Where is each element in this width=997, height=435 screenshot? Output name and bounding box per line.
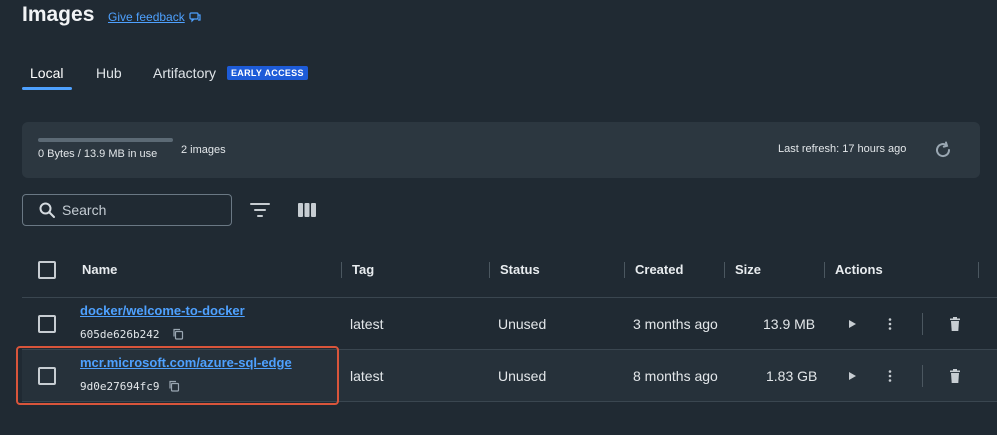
page-title: Images bbox=[22, 3, 95, 26]
search-input[interactable] bbox=[62, 199, 222, 221]
column-header-actions: Actions bbox=[835, 262, 883, 277]
image-tag: latest bbox=[350, 316, 384, 332]
image-count: 2 images bbox=[181, 144, 226, 156]
image-size: 13.9 MB bbox=[763, 316, 816, 332]
image-tag: latest bbox=[350, 368, 384, 384]
trash-icon[interactable] bbox=[947, 316, 963, 332]
column-header-created[interactable]: Created bbox=[635, 262, 683, 277]
column-header-tag[interactable]: Tag bbox=[352, 262, 374, 277]
give-feedback-label: Give feedback bbox=[108, 10, 185, 24]
image-name-link[interactable]: docker/welcome-to-docker bbox=[80, 303, 245, 318]
more-vertical-icon[interactable] bbox=[882, 368, 898, 384]
filter-icon[interactable] bbox=[249, 200, 271, 220]
image-status: Unused bbox=[498, 316, 547, 332]
row-checkbox[interactable] bbox=[38, 315, 56, 333]
chat-bubble-icon bbox=[189, 12, 201, 23]
tab-hub[interactable]: Hub bbox=[96, 65, 122, 81]
play-icon[interactable] bbox=[844, 316, 860, 332]
column-divider[interactable] bbox=[489, 262, 490, 278]
column-divider[interactable] bbox=[624, 262, 625, 278]
image-created: 3 months ago bbox=[633, 316, 718, 332]
copy-icon[interactable] bbox=[172, 328, 184, 340]
play-icon[interactable] bbox=[844, 368, 860, 384]
highlight-box bbox=[16, 346, 339, 405]
trash-icon[interactable] bbox=[947, 368, 963, 384]
disk-usage-bar bbox=[38, 138, 173, 142]
give-feedback-link[interactable]: Give feedback bbox=[108, 10, 201, 24]
column-header-size[interactable]: Size bbox=[735, 262, 761, 277]
tab-local[interactable]: Local bbox=[30, 65, 63, 81]
column-divider[interactable] bbox=[978, 262, 979, 278]
tab-artifactory[interactable]: Artifactory bbox=[153, 65, 216, 81]
column-header-name[interactable]: Name bbox=[82, 262, 117, 277]
column-header-status[interactable]: Status bbox=[500, 262, 540, 277]
early-access-badge: EARLY ACCESS bbox=[227, 66, 308, 80]
disk-usage-text: 0 Bytes / 13.9 MB in use bbox=[38, 148, 158, 160]
columns-icon[interactable] bbox=[296, 200, 318, 220]
more-vertical-icon[interactable] bbox=[882, 316, 898, 332]
refresh-icon[interactable] bbox=[933, 140, 953, 160]
image-created: 8 months ago bbox=[633, 368, 718, 384]
image-id: 605de626b242 bbox=[80, 328, 160, 341]
active-tab-indicator bbox=[22, 87, 72, 90]
column-divider[interactable] bbox=[341, 262, 342, 278]
column-divider[interactable] bbox=[724, 262, 725, 278]
action-divider bbox=[922, 313, 923, 335]
select-all-checkbox[interactable] bbox=[38, 261, 56, 279]
action-divider bbox=[922, 365, 923, 387]
search-icon bbox=[39, 202, 55, 218]
last-refresh-text: Last refresh: 17 hours ago bbox=[778, 143, 907, 155]
image-size: 1.83 GB bbox=[766, 368, 818, 384]
image-status: Unused bbox=[498, 368, 547, 384]
column-divider[interactable] bbox=[824, 262, 825, 278]
table-divider bbox=[22, 297, 997, 298]
